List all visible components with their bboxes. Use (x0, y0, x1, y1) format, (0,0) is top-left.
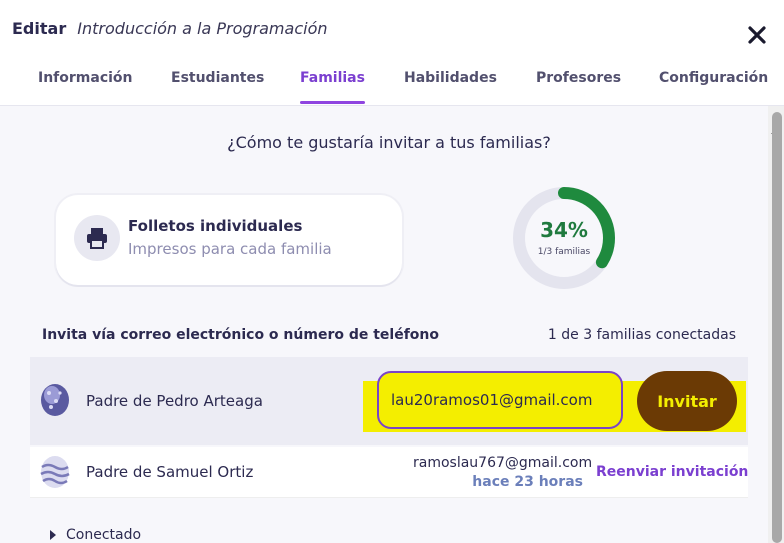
invite-time: hace 23 horas (472, 474, 583, 490)
flyers-option-card[interactable]: Folletos individuales Impresos para cada… (56, 195, 402, 285)
connected-label: Conectado (66, 527, 142, 543)
close-icon[interactable] (746, 24, 768, 46)
resend-invite-link[interactable]: Reenviar invitación (596, 464, 748, 480)
family-name: Padre de Pedro Arteaga (86, 392, 263, 410)
progress-percent: 34% (540, 218, 588, 242)
class-name: Introducción a la Programación (77, 19, 328, 38)
tab-bar: Información Estudiantes Familias Habilid… (0, 70, 784, 104)
modal-title: Editar Introducción a la Programación (12, 19, 328, 38)
invite-question: ¿Cómo te gustaría invitar a tus familias… (227, 133, 551, 152)
flyers-subtitle: Impresos para cada familia (128, 240, 332, 258)
printer-icon (74, 215, 120, 261)
caret-right-icon (50, 530, 56, 540)
progress-sub: 1/3 familias (537, 247, 591, 257)
scrollbar-thumb[interactable] (772, 112, 782, 543)
egg-avatar-icon (41, 384, 69, 416)
tab-habilidades[interactable]: Habilidades (404, 70, 497, 104)
family-email: ramoslau767@gmail.com (413, 455, 593, 471)
egg-avatar-icon (40, 456, 70, 488)
flyers-title: Folletos individuales (128, 217, 303, 235)
tab-estudiantes[interactable]: Estudiantes (171, 70, 264, 104)
title-label: Editar (12, 19, 67, 38)
tab-profesores[interactable]: Profesores (536, 70, 621, 104)
invite-label: Invita vía correo electrónico o número d… (42, 327, 440, 343)
tab-familias[interactable]: Familias (300, 70, 365, 104)
invite-button[interactable]: Invitar (637, 371, 737, 431)
tab-informacion[interactable]: Información (38, 70, 133, 104)
modal-header: Editar Introducción a la Programación In… (0, 0, 784, 106)
email-value: lau20ramos01@gmail.com (391, 391, 593, 409)
family-name: Padre de Samuel Ortiz (86, 463, 254, 481)
email-field[interactable]: lau20ramos01@gmail.com (377, 371, 623, 429)
connected-count: 1 de 3 familias conectadas (547, 327, 736, 343)
tab-configuracion[interactable]: Configuración (659, 70, 768, 104)
connected-section-toggle[interactable]: Conectado (50, 527, 141, 543)
